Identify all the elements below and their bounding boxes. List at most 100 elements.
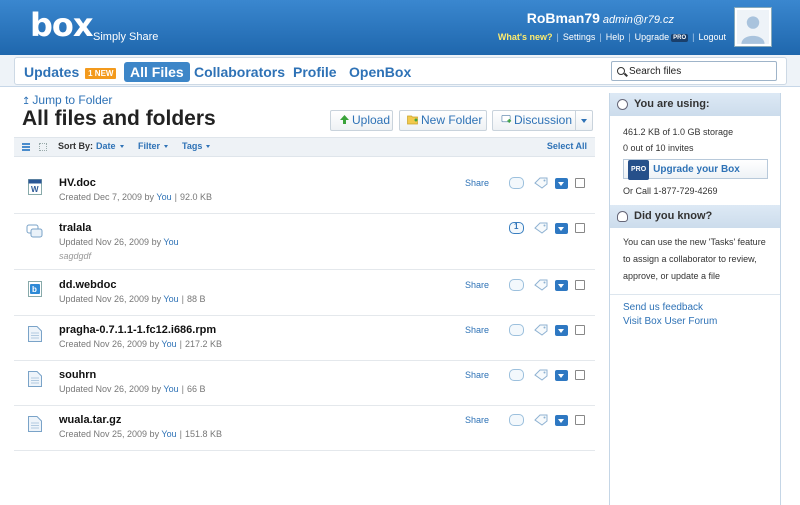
lightbulb-icon — [617, 211, 628, 222]
file-icon — [28, 371, 42, 387]
pro-badge: PRO — [628, 160, 650, 180]
filter-dropdown[interactable]: Filter — [138, 141, 168, 151]
file-row[interactable]: tralala Updated Nov 26, 2009 by You sagd… — [14, 214, 595, 270]
logout-link[interactable]: Logout — [698, 32, 726, 42]
usage-header: You are using: — [610, 93, 780, 116]
file-menu-button[interactable] — [555, 280, 568, 291]
username: RoBman79 — [526, 10, 600, 26]
storage-usage: 461.2 KB of 1.0 GB storage — [623, 127, 734, 137]
tag-icon[interactable] — [534, 414, 548, 426]
file-menu-button[interactable] — [555, 325, 568, 336]
tagline: Simply Share — [93, 31, 159, 43]
share-link[interactable]: Share — [465, 325, 489, 335]
comment-icon[interactable] — [509, 177, 524, 189]
share-link[interactable]: Share — [465, 415, 489, 425]
upload-button[interactable]: Upload — [330, 110, 393, 131]
row-checkbox[interactable] — [575, 280, 585, 290]
tag-icon[interactable] — [534, 279, 548, 291]
folder-add-icon — [407, 115, 418, 125]
upload-arrow-icon — [340, 115, 349, 124]
file-menu-button[interactable] — [555, 370, 568, 381]
user-forum-link[interactable]: Visit Box User Forum — [623, 315, 767, 329]
grid-view-icon[interactable] — [39, 143, 47, 151]
tab-profile[interactable]: Profile — [293, 62, 337, 82]
file-row[interactable]: W HV.doc Created Dec 7, 2009 by You | 92.0… — [14, 169, 595, 214]
file-size: 88 B — [186, 294, 206, 304]
share-link[interactable]: Share — [465, 280, 489, 290]
search-icon[interactable] — [617, 67, 625, 75]
tab-collaborators[interactable]: Collaborators — [194, 62, 285, 82]
owner-link[interactable]: You — [161, 429, 176, 439]
select-all-link[interactable]: Select All — [547, 141, 587, 151]
comment-icon[interactable] — [509, 369, 524, 381]
owner-link[interactable]: You — [163, 237, 178, 247]
avatar[interactable] — [735, 8, 771, 46]
comment-icon[interactable] — [509, 414, 524, 426]
tag-icon[interactable] — [534, 369, 548, 381]
file-name[interactable]: HV.doc — [59, 177, 96, 189]
tag-icon[interactable] — [534, 324, 548, 336]
sort-by-label: Sort By: — [58, 141, 94, 151]
owner-link[interactable]: You — [156, 192, 171, 202]
row-checkbox[interactable] — [575, 370, 585, 380]
owner-link[interactable]: You — [163, 384, 178, 394]
tag-icon[interactable] — [534, 177, 548, 189]
tags-dropdown[interactable]: Tags — [182, 141, 210, 151]
file-menu-button[interactable] — [555, 415, 568, 426]
upload-label: Upload — [352, 113, 391, 127]
whats-new-link[interactable]: What's new? — [498, 32, 553, 42]
sort-date-dropdown[interactable]: Date — [96, 141, 124, 151]
sidebar-links: Send us feedback Visit Box User Forum — [610, 301, 780, 329]
send-feedback-link[interactable]: Send us feedback — [623, 301, 767, 315]
did-you-know-header: Did you know? — [610, 205, 780, 228]
row-checkbox[interactable] — [575, 325, 585, 335]
tab-openbox[interactable]: OpenBox — [349, 62, 411, 82]
file-meta: Updated Nov 26, 2009 by You | 66 B — [59, 384, 206, 394]
tab-all-files[interactable]: All Files — [124, 62, 190, 82]
file-size: 66 B — [186, 384, 206, 394]
jump-to-folder-link[interactable]: ↥ Jump to Folder — [22, 93, 112, 107]
help-link[interactable]: Help — [606, 32, 625, 42]
file-menu-button[interactable] — [555, 178, 568, 189]
invites-usage: 0 out of 10 invites — [623, 143, 694, 153]
tag-icon[interactable] — [534, 222, 548, 234]
new-folder-button[interactable]: New Folder — [399, 110, 487, 131]
discussion-button[interactable]: Discussion — [492, 110, 593, 131]
row-checkbox[interactable] — [575, 178, 585, 188]
file-name[interactable]: tralala — [59, 222, 91, 234]
file-icon — [28, 326, 42, 342]
file-row[interactable]: souhrn Updated Nov 26, 2009 by You | 66 B … — [14, 361, 595, 406]
upgrade-link[interactable]: Upgrade — [635, 32, 670, 42]
file-row[interactable]: wuala.tar.gz Created Nov 25, 2009 by You… — [14, 406, 595, 451]
owner-link[interactable]: You — [163, 294, 178, 304]
file-name[interactable]: pragha-0.7.1.1-1.fc12.i686.rpm — [59, 324, 216, 336]
box-logo[interactable]: box — [30, 6, 94, 44]
file-name[interactable]: dd.webdoc — [59, 279, 116, 291]
sidebar: You are using: 461.2 KB of 1.0 GB storag… — [609, 93, 781, 505]
call-number: Or Call 1-877-729-4269 — [623, 186, 718, 196]
row-checkbox[interactable] — [575, 415, 585, 425]
discussion-dropdown-arrow[interactable] — [575, 111, 592, 130]
file-name[interactable]: wuala.tar.gz — [59, 414, 121, 426]
comment-icon[interactable] — [509, 279, 524, 291]
file-name[interactable]: souhrn — [59, 369, 96, 381]
nav-inner: Updates 1 NEW All Files Collaborators Pr… — [14, 57, 787, 85]
tab-updates[interactable]: Updates 1 NEW — [24, 62, 117, 82]
owner-link[interactable]: You — [161, 339, 176, 349]
comment-count: 1 — [514, 222, 519, 231]
upgrade-button[interactable]: PRO Upgrade your Box — [623, 159, 768, 180]
comment-count-icon[interactable]: 1 — [509, 222, 524, 234]
comment-icon[interactable] — [509, 324, 524, 336]
jump-to-folder-label: Jump to Folder — [32, 93, 113, 107]
share-link[interactable]: Share — [465, 178, 489, 188]
svg-text:b: b — [32, 285, 37, 294]
file-row[interactable]: b dd.webdoc Updated Nov 26, 2009 by You |… — [14, 271, 595, 316]
share-link[interactable]: Share — [465, 370, 489, 380]
file-menu-button[interactable] — [555, 223, 568, 234]
row-checkbox[interactable] — [575, 223, 585, 233]
file-row[interactable]: pragha-0.7.1.1-1.fc12.i686.rpm Created N… — [14, 316, 595, 361]
settings-link[interactable]: Settings — [563, 32, 596, 42]
file-meta: Created Nov 25, 2009 by You | 151.8 KB — [59, 429, 222, 439]
list-view-icon[interactable] — [22, 143, 30, 151]
search-input[interactable] — [629, 64, 769, 78]
